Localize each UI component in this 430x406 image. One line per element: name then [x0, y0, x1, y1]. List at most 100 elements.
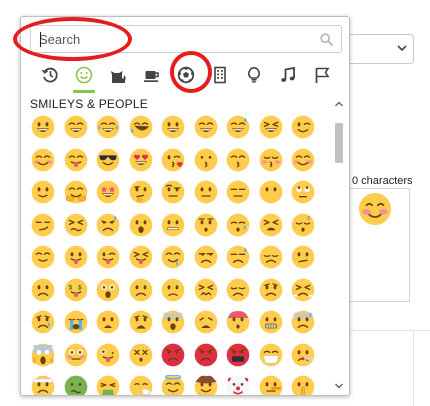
- emoji-angry[interactable]: [157, 339, 189, 371]
- scroll-down-arrow-icon[interactable]: [332, 379, 346, 393]
- emoji-kissing[interactable]: [190, 144, 222, 176]
- tab-flags[interactable]: [306, 61, 338, 89]
- search-box[interactable]: [30, 25, 342, 53]
- emoji-pensive[interactable]: [255, 241, 287, 273]
- emoji-slight-frown[interactable]: [157, 274, 189, 306]
- emoji-astonished[interactable]: [92, 274, 124, 306]
- emoji-sob[interactable]: [60, 306, 92, 338]
- emoji-disappointed[interactable]: [222, 274, 254, 306]
- raised-eyebrow-icon: [161, 180, 185, 204]
- emoji-nauseated[interactable]: [60, 371, 92, 395]
- emoji-expressionless[interactable]: [222, 176, 254, 208]
- emoji-confounded[interactable]: [190, 274, 222, 306]
- scrollbar-thumb[interactable]: [335, 123, 343, 163]
- tab-animals-nature[interactable]: [102, 61, 134, 89]
- emoji-lying[interactable]: [255, 371, 287, 395]
- emoji-exploding-head[interactable]: [222, 306, 254, 338]
- emoji-innocent[interactable]: [157, 371, 189, 395]
- emoji-mask[interactable]: [255, 339, 287, 371]
- emoji-laughing[interactable]: [255, 111, 287, 143]
- emoji-rolling-eyes[interactable]: [287, 176, 319, 208]
- emoji-bandage[interactable]: [27, 371, 59, 395]
- emoji-tongue[interactable]: [60, 241, 92, 273]
- emoji-tired[interactable]: [255, 209, 287, 241]
- emoji-vomiting[interactable]: [92, 371, 124, 395]
- emoji-weary[interactable]: [190, 306, 222, 338]
- emoji-worried[interactable]: [255, 274, 287, 306]
- emoji-cowboy[interactable]: [190, 371, 222, 395]
- cat-icon: [111, 71, 126, 83]
- tab-smileys-people[interactable]: [68, 61, 100, 93]
- emoji-kissing-heart[interactable]: [157, 144, 189, 176]
- emoji-relieved[interactable]: [27, 241, 59, 273]
- clown-icon: [226, 375, 250, 395]
- emoji-pout[interactable]: [190, 339, 222, 371]
- emoji-winking-tongue[interactable]: [92, 241, 124, 273]
- emoji-fearful[interactable]: [157, 306, 189, 338]
- emoji-clown[interactable]: [222, 371, 254, 395]
- emoji-sunglasses[interactable]: [92, 144, 124, 176]
- emoji-relaxed[interactable]: [287, 144, 319, 176]
- emoji-no-mouth[interactable]: [255, 176, 287, 208]
- emoji-joy[interactable]: [92, 111, 124, 143]
- emoji-grinning[interactable]: [27, 111, 59, 143]
- emoji-scream[interactable]: [27, 339, 59, 371]
- emoji-flushed[interactable]: [60, 339, 92, 371]
- emoji-smiley[interactable]: [157, 111, 189, 143]
- emoji-yum[interactable]: [60, 144, 92, 176]
- tab-recent[interactable]: [34, 61, 66, 89]
- search-input[interactable]: [31, 26, 311, 52]
- wink-icon: [291, 115, 315, 139]
- emoji-anguished[interactable]: [125, 306, 157, 338]
- emoji-wink[interactable]: [287, 111, 319, 143]
- emoji-kissing-smiling[interactable]: [222, 144, 254, 176]
- tab-symbols[interactable]: [272, 61, 304, 89]
- emoji-frowning[interactable]: [125, 274, 157, 306]
- emoji-cry[interactable]: [27, 306, 59, 338]
- emoji-kissing-closed[interactable]: [255, 144, 287, 176]
- emoji-neutral[interactable]: [190, 176, 222, 208]
- tab-objects[interactable]: [238, 61, 270, 89]
- emoji-heart-eyes[interactable]: [125, 144, 157, 176]
- emoji-cold-sweat[interactable]: [287, 306, 319, 338]
- emoji-blush[interactable]: [27, 144, 59, 176]
- emoji-smile[interactable]: [190, 111, 222, 143]
- emoji-zany[interactable]: [92, 339, 124, 371]
- emoji-confused[interactable]: [287, 241, 319, 273]
- emoji-zipper-mouth[interactable]: [157, 209, 189, 241]
- emoji-upside-down[interactable]: [27, 274, 59, 306]
- emoji-sweat-smile[interactable]: [222, 111, 254, 143]
- scroll-up-arrow-icon[interactable]: [332, 97, 346, 111]
- emoji-persevere[interactable]: [60, 209, 92, 241]
- emoji-frowning-open[interactable]: [92, 306, 124, 338]
- emoji-grimacing[interactable]: [255, 306, 287, 338]
- emoji-sneezing[interactable]: [125, 371, 157, 395]
- emoji-disappointed-relieved[interactable]: [92, 209, 124, 241]
- emoji-triumph[interactable]: [287, 274, 319, 306]
- tab-travel-places[interactable]: [204, 61, 236, 89]
- emoji-sleeping[interactable]: z: [287, 209, 319, 241]
- emoji-hugging[interactable]: [60, 176, 92, 208]
- scrollbar[interactable]: [332, 97, 346, 393]
- emoji-rofl[interactable]: [125, 111, 157, 143]
- emoji-thermometer[interactable]: [287, 339, 319, 371]
- emoji-drooling[interactable]: [157, 241, 189, 273]
- emoji-grin[interactable]: [60, 111, 92, 143]
- emoji-shushing[interactable]: [287, 371, 319, 395]
- emoji-sweat[interactable]: [222, 241, 254, 273]
- tab-activity[interactable]: [170, 61, 202, 89]
- emoji-sleepy[interactable]: [222, 209, 254, 241]
- tab-food-drink[interactable]: [136, 61, 168, 89]
- emoji-slight-smile[interactable]: [27, 176, 59, 208]
- emoji-star-struck[interactable]: [92, 176, 124, 208]
- emoji-raised-eyebrow[interactable]: [157, 176, 189, 208]
- emoji-dizzy[interactable]: [125, 339, 157, 371]
- emoji-squinting-tongue[interactable]: [125, 241, 157, 273]
- emoji-thinking[interactable]: [125, 176, 157, 208]
- emoji-open-mouth[interactable]: [125, 209, 157, 241]
- emoji-unamused[interactable]: [190, 241, 222, 273]
- emoji-cursing[interactable]: [222, 339, 254, 371]
- emoji-hushed[interactable]: [190, 209, 222, 241]
- emoji-money-mouth[interactable]: $ $: [60, 274, 92, 306]
- emoji-smirk[interactable]: [27, 209, 59, 241]
